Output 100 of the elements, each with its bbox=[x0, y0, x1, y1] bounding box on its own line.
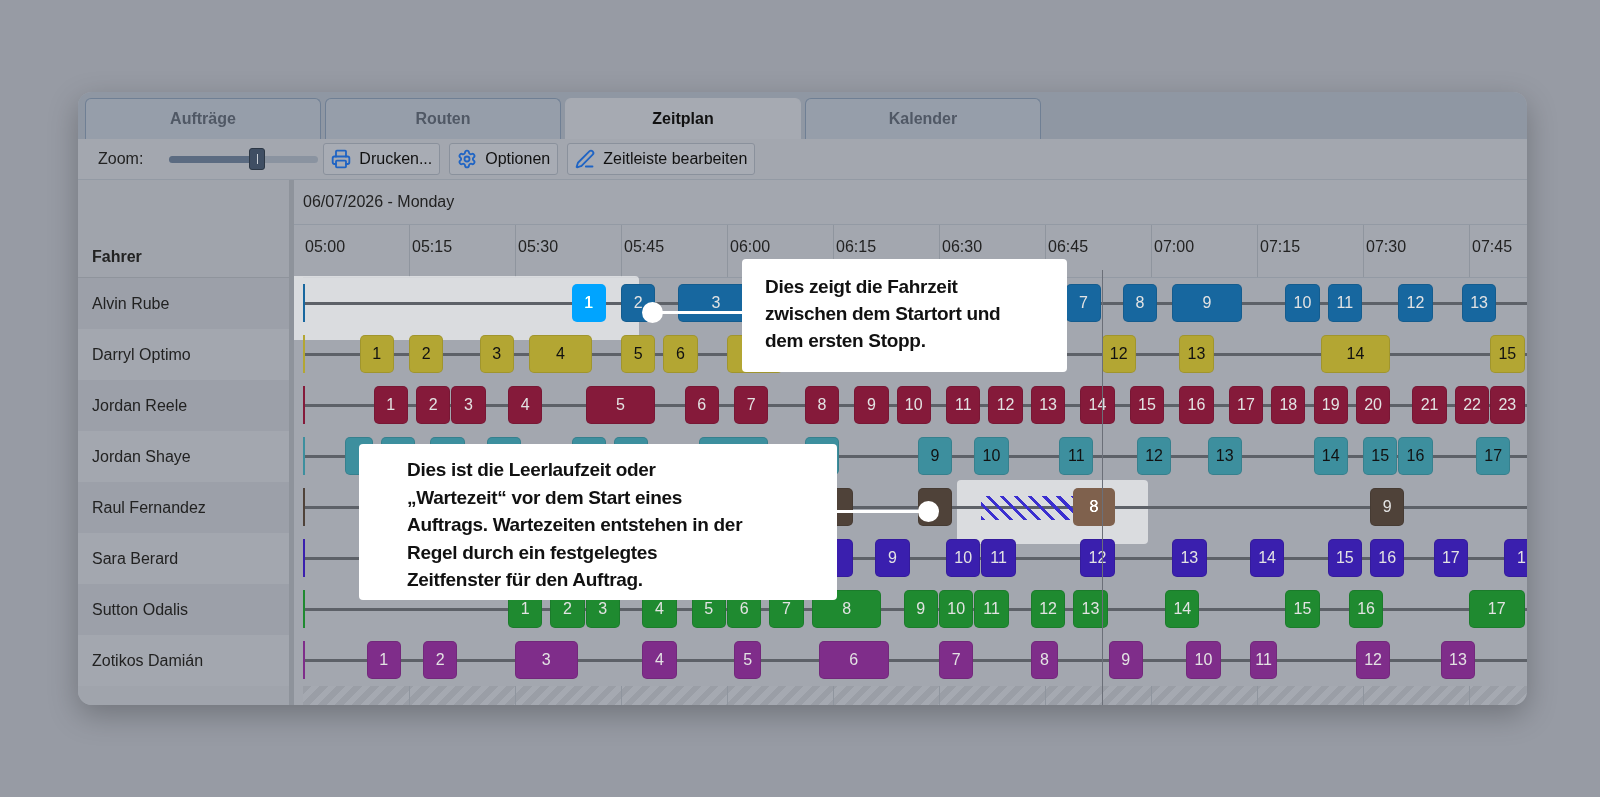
order-block[interactable]: 21 bbox=[1412, 386, 1447, 424]
order-block[interactable]: 19 bbox=[1313, 386, 1348, 424]
order-block[interactable]: 12 bbox=[1101, 335, 1136, 373]
order-block[interactable]: 18 bbox=[1271, 386, 1306, 424]
time-label: 06:15 bbox=[836, 238, 877, 255]
order-block[interactable]: 22 bbox=[1454, 386, 1490, 424]
order-block[interactable]: 13 bbox=[1207, 437, 1242, 475]
driver-name: Raul Fernandez bbox=[92, 497, 206, 518]
order-block[interactable]: 17 bbox=[1476, 437, 1511, 475]
order-block[interactable]: 15 bbox=[1490, 335, 1525, 373]
order-block[interactable]: 13 bbox=[1179, 335, 1214, 373]
order-block[interactable]: 10 bbox=[974, 437, 1009, 475]
order-block[interactable]: 11 bbox=[946, 386, 981, 424]
callout-text: Dies zeigt die Fahrzeit zwischen dem Startort und dem ersten Stopp. bbox=[765, 275, 1002, 353]
toolbar-button[interactable]: Drucken... bbox=[323, 143, 441, 175]
order-block[interactable]: 13 bbox=[1073, 590, 1108, 628]
order-block[interactable]: 10 bbox=[1186, 641, 1221, 679]
order-block[interactable]: 12 bbox=[1030, 590, 1066, 628]
driver-name: Alvin Rube bbox=[92, 293, 170, 314]
order-block[interactable]: 8 bbox=[1122, 284, 1158, 322]
order-block[interactable]: 6 bbox=[663, 335, 698, 373]
time-label: 06:45 bbox=[1048, 238, 1089, 255]
order-block[interactable]: 5 bbox=[585, 386, 656, 424]
order-block[interactable]: 3 bbox=[479, 335, 514, 373]
order-block[interactable]: 3 bbox=[451, 386, 486, 424]
order-block[interactable]: 7 bbox=[939, 641, 974, 679]
order-block[interactable]: 14 bbox=[1165, 590, 1200, 628]
order-block[interactable]: 15 bbox=[1327, 539, 1362, 577]
driver-name: Jordan Shaye bbox=[92, 446, 191, 467]
tab[interactable]: Zeitplan bbox=[565, 98, 801, 139]
order-block[interactable]: 1 bbox=[366, 641, 401, 679]
order-block[interactable]: 17 bbox=[1469, 590, 1525, 628]
order-block[interactable]: 9 bbox=[903, 590, 938, 628]
order-block[interactable]: 9 bbox=[1172, 284, 1242, 322]
order-block[interactable]: 10 bbox=[1285, 284, 1320, 322]
order-block[interactable]: 12 bbox=[988, 386, 1023, 424]
order-block[interactable]: 16 bbox=[1370, 539, 1405, 577]
order-block[interactable]: 9 bbox=[1370, 488, 1405, 526]
order-block[interactable]: 11 bbox=[974, 590, 1009, 628]
toolbar-button[interactable]: Optionen bbox=[449, 143, 559, 175]
order-block[interactable]: 14 bbox=[1249, 539, 1285, 577]
slider-thumb[interactable] bbox=[249, 148, 266, 170]
order-block[interactable]: 9 bbox=[875, 539, 910, 577]
order-block[interactable]: 11 bbox=[981, 539, 1016, 577]
order-block[interactable]: 7 bbox=[734, 386, 769, 424]
column-header: Fahrer bbox=[92, 247, 142, 267]
order-block[interactable]: 10 bbox=[939, 590, 974, 628]
order-block[interactable]: 14 bbox=[1320, 335, 1391, 373]
order-block[interactable]: 6 bbox=[684, 386, 719, 424]
order-block[interactable]: 12 bbox=[1136, 437, 1172, 475]
order-block[interactable]: 8 bbox=[804, 386, 840, 424]
order-block[interactable]: 8 bbox=[811, 590, 882, 628]
order-block[interactable]: 2 bbox=[416, 386, 451, 424]
time-label: 06:00 bbox=[730, 238, 771, 255]
order-block[interactable]: 15 bbox=[1129, 386, 1165, 424]
order-block[interactable]: 9 bbox=[917, 437, 953, 475]
order-block[interactable]: 8 bbox=[1030, 641, 1059, 679]
order-block[interactable]: 23 bbox=[1490, 386, 1525, 424]
order-block[interactable]: 17 bbox=[1433, 539, 1468, 577]
order-block[interactable]: 2 bbox=[409, 335, 444, 373]
order-block[interactable]: 7 bbox=[1066, 284, 1101, 322]
order-block[interactable]: 15 bbox=[1363, 437, 1398, 475]
order-block[interactable]: 16 bbox=[1179, 386, 1214, 424]
order-block[interactable]: 1 bbox=[359, 335, 394, 373]
order-block[interactable]: 4 bbox=[507, 386, 543, 424]
order-block[interactable]: 10 bbox=[946, 539, 981, 577]
order-block[interactable]: 11 bbox=[1059, 437, 1094, 475]
order-block[interactable]: 3 bbox=[515, 641, 578, 679]
order-block[interactable]: 10 bbox=[896, 386, 931, 424]
order-block[interactable]: 6 bbox=[818, 641, 889, 679]
order-block[interactable]: 5 bbox=[734, 641, 762, 679]
order-block[interactable]: 13 bbox=[1030, 386, 1066, 424]
order-block[interactable]: 15 bbox=[1285, 590, 1320, 628]
zoom-slider[interactable] bbox=[169, 148, 319, 170]
order-block[interactable]: 2 bbox=[423, 641, 458, 679]
date-label: 06/07/2026 - Monday bbox=[303, 192, 455, 212]
order-block[interactable]: 5 bbox=[621, 335, 656, 373]
toolbar-button[interactable]: Zeitleiste bearbeiten bbox=[567, 143, 756, 175]
time-label: 07:30 bbox=[1366, 238, 1407, 255]
order-block[interactable]: 12 bbox=[1355, 641, 1391, 679]
order-block[interactable]: 4 bbox=[642, 641, 677, 679]
order-block[interactable]: 20 bbox=[1355, 386, 1391, 424]
order-block[interactable]: 1 bbox=[1504, 539, 1527, 577]
order-block[interactable]: 14 bbox=[1313, 437, 1348, 475]
order-block[interactable]: 13 bbox=[1440, 641, 1476, 679]
order-block[interactable]: 11 bbox=[1327, 284, 1362, 322]
order-block[interactable]: 12 bbox=[1398, 284, 1433, 322]
order-block[interactable]: 8 bbox=[1073, 488, 1115, 526]
order-block[interactable]: 9 bbox=[854, 386, 889, 424]
order-block[interactable]: 1 bbox=[373, 386, 408, 424]
order-block[interactable]: 17 bbox=[1228, 386, 1264, 424]
order-block[interactable]: 13 bbox=[1461, 284, 1497, 322]
time-label: 07:00 bbox=[1154, 238, 1195, 255]
order-block[interactable]: 13 bbox=[1172, 539, 1207, 577]
order-block[interactable]: 16 bbox=[1398, 437, 1433, 475]
order-block[interactable]: 9 bbox=[1108, 641, 1143, 679]
order-block[interactable]: 16 bbox=[1348, 590, 1384, 628]
order-block[interactable]: 4 bbox=[529, 335, 592, 373]
order-block[interactable]: 11 bbox=[1249, 641, 1278, 679]
driver-name: Sara Berard bbox=[92, 548, 179, 569]
